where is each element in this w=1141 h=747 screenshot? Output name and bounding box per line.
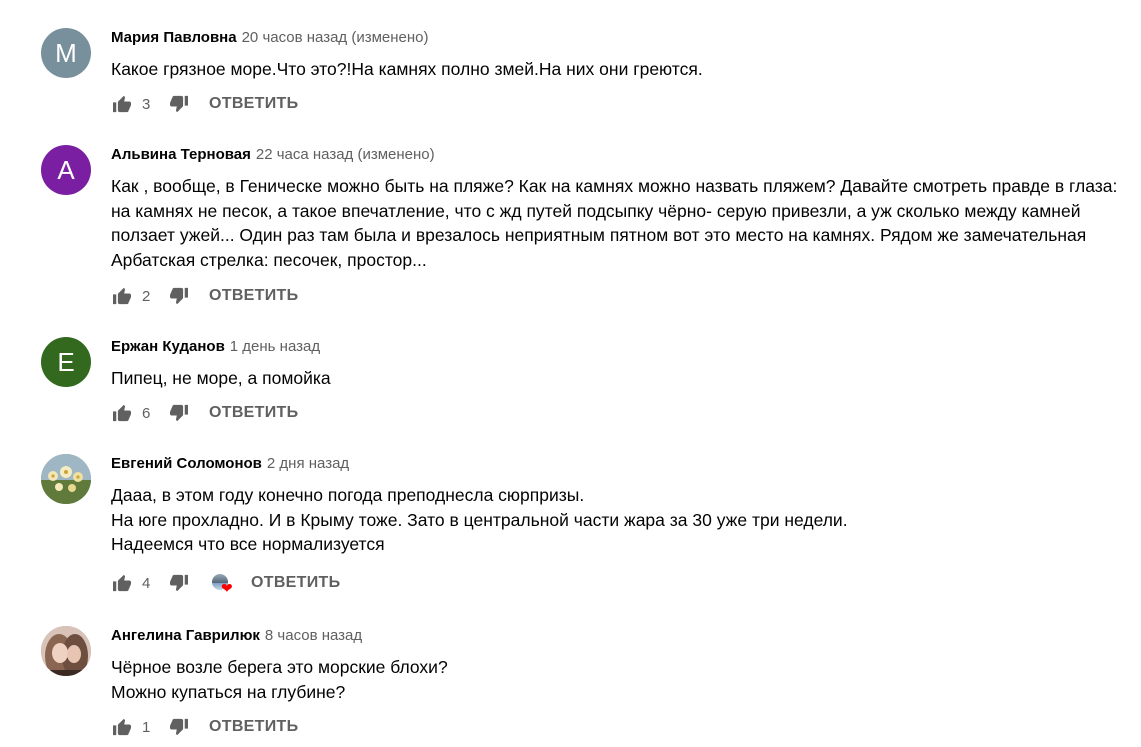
comment-text: Как , вообще, в Геническе можно быть на … <box>111 174 1121 272</box>
comment-author[interactable]: Ержан Куданов <box>111 338 225 355</box>
comment-line: Какое грязное море.Что это?!На камнях по… <box>111 59 703 79</box>
like-button[interactable] <box>111 93 133 115</box>
like-count: 2 <box>142 287 151 305</box>
comment-text: Чёрное возле берега это морские блохи? М… <box>111 655 1121 704</box>
creator-heart-badge: ❤ <box>212 572 233 596</box>
thumbs-up-icon <box>113 718 131 736</box>
comment-actions: 6 ОТВЕТИТЬ <box>111 401 298 425</box>
dislike-button[interactable] <box>168 572 190 594</box>
dislike-button[interactable] <box>168 93 190 115</box>
like-count: 4 <box>142 574 151 592</box>
thumbs-down-icon <box>170 718 188 736</box>
comment-author[interactable]: Евгений Соломонов <box>111 455 262 472</box>
comment-text: Дааа, в этом году конечно погода преподн… <box>111 483 1121 557</box>
dislike-button[interactable] <box>168 285 190 307</box>
like-count: 1 <box>142 718 151 736</box>
comment-line: Пипец, не море, а помойка <box>111 368 331 388</box>
thumbs-up-icon <box>113 404 131 422</box>
reply-button[interactable]: ОТВЕТИТЬ <box>209 404 298 422</box>
thumbs-down-icon <box>170 404 188 422</box>
comment-line: Чёрное возле берега это морские блохи? <box>111 657 448 677</box>
comment-line: Надеемся что все нормализуется <box>111 534 385 555</box>
reply-button[interactable]: ОТВЕТИТЬ <box>209 95 298 113</box>
avatar[interactable] <box>41 626 91 676</box>
like-button[interactable] <box>111 285 133 307</box>
thumbs-up-icon <box>113 95 131 113</box>
comment-author[interactable]: Ангелина Гаврилюк <box>111 627 260 644</box>
dislike-button[interactable] <box>168 716 190 738</box>
thumbs-up-icon <box>113 574 131 592</box>
avatar[interactable] <box>41 454 91 504</box>
like-count: 3 <box>142 95 151 113</box>
comment-text: Какое грязное море.Что это?!На камнях по… <box>111 57 1121 82</box>
comment-time[interactable]: 1 день назад <box>230 338 320 355</box>
comment-text: Пипец, не море, а помойка <box>111 366 1121 391</box>
comment-author[interactable]: Мария Павловна <box>111 29 237 46</box>
like-count: 6 <box>142 404 151 422</box>
reply-button[interactable]: ОТВЕТИТЬ <box>209 718 298 736</box>
comment-time[interactable]: 22 часа назад (изменено) <box>256 146 435 163</box>
comment-actions: 2 ОТВЕТИТЬ <box>111 284 298 308</box>
comment-author[interactable]: Альвина Терновая <box>111 146 251 163</box>
like-button[interactable] <box>111 402 133 424</box>
comment-line: Как , вообще, в Геническе можно быть на … <box>111 176 1118 270</box>
like-button[interactable] <box>111 716 133 738</box>
comment-time[interactable]: 20 часов назад (изменено) <box>242 29 429 46</box>
comment-actions: 4 ❤ ОТВЕТИТЬ <box>111 571 340 595</box>
comment-line: Дааа, в этом году конечно погода преподн… <box>111 485 585 505</box>
comment-line: Можно купаться на глубине? <box>111 681 346 702</box>
thumbs-down-icon <box>170 287 188 305</box>
comment-actions: 3 ОТВЕТИТЬ <box>111 92 298 116</box>
avatar[interactable]: M <box>41 28 91 78</box>
avatar-photo <box>41 626 91 676</box>
comment-time[interactable]: 8 часов назад <box>265 627 362 644</box>
thumbs-down-icon <box>170 574 188 592</box>
heart-icon: ❤ <box>221 580 233 596</box>
thumbs-down-icon <box>170 95 188 113</box>
like-button[interactable] <box>111 572 133 594</box>
dislike-button[interactable] <box>168 402 190 424</box>
avatar[interactable]: A <box>41 145 91 195</box>
reply-button[interactable]: ОТВЕТИТЬ <box>209 287 298 305</box>
thumbs-up-icon <box>113 287 131 305</box>
reply-button[interactable]: ОТВЕТИТЬ <box>251 574 340 592</box>
avatar-photo <box>41 454 91 504</box>
avatar[interactable]: E <box>41 337 91 387</box>
comment-time[interactable]: 2 дня назад <box>267 455 349 472</box>
comment-line: На юге прохладно. И в Крыму тоже. Зато в… <box>111 509 848 530</box>
comment-actions: 1 ОТВЕТИТЬ <box>111 715 298 739</box>
